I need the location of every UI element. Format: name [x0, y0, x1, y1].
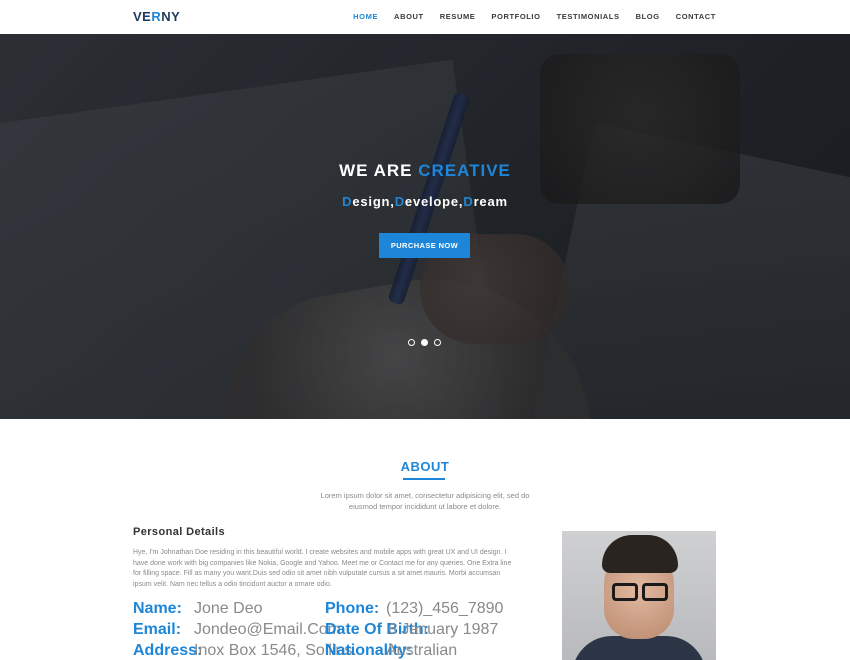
top-navbar: VERNY HOME ABOUT RESUME PORTFOLIO TESTIM… [0, 0, 850, 34]
hero-subtitle: Design,Develope,Dream [0, 194, 850, 209]
hero-subtitle-rest-2: evelope, [404, 194, 464, 209]
detail-label-address: Address: [133, 642, 203, 659]
detail-label-email: Email: [133, 621, 182, 638]
personal-details-title: Personal Details [133, 526, 225, 538]
main-nav: HOME ABOUT RESUME PORTFOLIO TESTIMONIALS… [337, 12, 716, 21]
detail-value-phone: (123)_456_7890 [386, 600, 504, 617]
logo-text-accent: R [151, 9, 162, 24]
about-section-title: ABOUT [400, 459, 450, 474]
nav-resume[interactable]: RESUME [440, 12, 476, 21]
nav-contact[interactable]: CONTACT [676, 12, 716, 21]
hero-title-prefix: WE ARE [339, 161, 413, 180]
detail-label-phone: Phone: [325, 600, 380, 617]
slider-dot-2[interactable] [421, 339, 428, 346]
purchase-now-button[interactable]: PURCHASE NOW [379, 233, 470, 258]
slider-dot-1[interactable] [408, 339, 415, 346]
hero-subtitle-cap-3: D [463, 194, 474, 209]
personal-details-text: Hye, I'm Johnathan Doe residing in this … [133, 549, 512, 588]
about-title-underline [403, 478, 445, 480]
hero-subtitle-cap-2: D [394, 194, 405, 209]
hero-slider: WE ARE CREATIVE Design,Develope,Dream PU… [0, 34, 850, 419]
slider-dot-3[interactable] [434, 339, 441, 346]
hero-title: WE ARE CREATIVE [0, 161, 850, 181]
logo-text-suffix: NY [161, 9, 181, 24]
detail-value-name: Jone Deo [194, 600, 263, 617]
logo-text-prefix: VE [133, 9, 152, 24]
nav-about[interactable]: ABOUT [394, 12, 424, 21]
hero-overlay [0, 34, 850, 419]
hero-subtitle-rest-1: esign, [352, 194, 395, 209]
detail-value-email: Jondeo@Email.Com [194, 621, 341, 638]
nav-blog[interactable]: BLOG [636, 12, 660, 21]
slider-dots [408, 339, 441, 346]
nav-portfolio[interactable]: PORTFOLIO [491, 12, 540, 21]
nav-testimonials[interactable]: TESTIMONIALS [557, 12, 620, 21]
detail-label-name: Name: [133, 600, 182, 617]
nav-home[interactable]: HOME [353, 12, 378, 21]
detail-value-nationality: Australian [386, 642, 458, 659]
site-logo[interactable]: VERNY [133, 9, 180, 24]
about-lead-text: Lorem ipsum dolor sit amet, consectetur … [320, 491, 530, 511]
profile-photo [562, 531, 716, 660]
detail-value-dob: 6 January 1987 [388, 621, 499, 638]
hero-subtitle-rest-3: ream [473, 194, 508, 209]
hero-subtitle-cap-1: D [342, 194, 353, 209]
hero-title-accent: CREATIVE [418, 161, 511, 180]
